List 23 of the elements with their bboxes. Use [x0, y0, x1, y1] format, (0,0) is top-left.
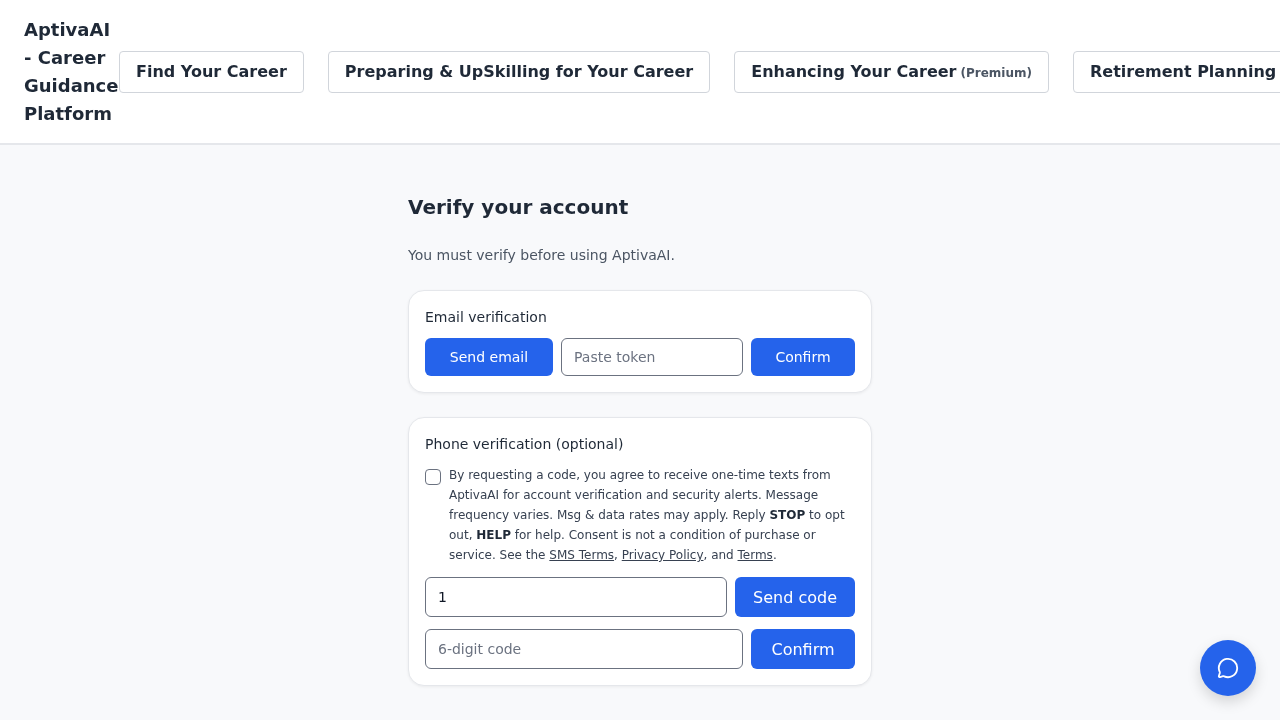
send-code-button[interactable]: Send code [735, 577, 855, 617]
text-link[interactable]: Terms [737, 548, 773, 562]
chat-button[interactable] [1200, 640, 1256, 696]
chat-bubble-icon [1217, 657, 1239, 679]
page-subtitle: You must verify before using AptivaAI. [408, 246, 676, 265]
send-email-button[interactable]: Send email [425, 338, 553, 376]
card-title: Phone verification (optional) [425, 435, 625, 454]
token-field[interactable]: Paste token [561, 338, 743, 376]
nav-button[interactable]: Find Your Career [119, 50, 304, 93]
premium-label: (Premium) [960, 64, 1032, 82]
nav-button[interactable]: Retirement Planning [1072, 50, 1280, 93]
consent-text: By requesting a code, you agree to receive one-time texts from AptivaAI for account verification and security alerts. Message frequency varies. Msg & data rates may apply. Reply STOP to opt out, HELP for help. Consent is not a condition of purchase or service. See the SMS Terms, Privacy Policy, and Terms. [449, 467, 846, 564]
code-field[interactable]: 6-digit code [425, 629, 743, 669]
card-title: Email verification [425, 308, 548, 327]
text-link[interactable]: Privacy Policy [621, 548, 704, 562]
nav-button[interactable]: Preparing & UpSkilling for Your Career [327, 50, 711, 93]
consent-checkbox[interactable] [425, 469, 441, 485]
page-title: Verify your account [408, 194, 630, 221]
phone-field[interactable]: 1 [425, 577, 727, 617]
confirm-button[interactable]: Confirm [751, 629, 855, 669]
confirm-button[interactable]: Confirm [751, 338, 855, 376]
brand-title: AptivaAI - Career Guidance Platform [24, 17, 119, 126]
nav-button[interactable]: Enhancing Your Career (Premium) [734, 50, 1049, 93]
